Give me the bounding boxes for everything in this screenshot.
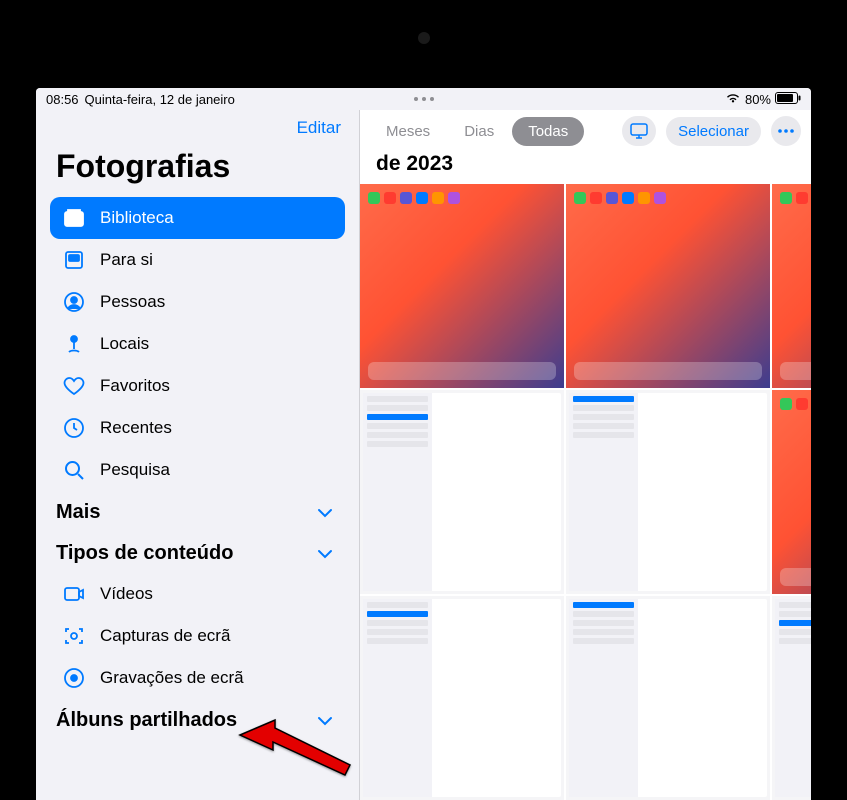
sidebar-item-for-you[interactable]: Para si xyxy=(50,239,345,281)
chevron-down-icon xyxy=(317,501,333,524)
select-button[interactable]: Selecionar xyxy=(666,117,761,146)
battery-icon xyxy=(775,92,801,107)
sidebar-item-places[interactable]: Locais xyxy=(50,323,345,365)
multitask-indicator[interactable] xyxy=(414,97,434,101)
sidebar-item-label: Favoritos xyxy=(100,376,170,396)
cast-button[interactable] xyxy=(622,116,656,146)
edit-button[interactable]: Editar xyxy=(297,118,341,138)
places-icon xyxy=(62,332,86,356)
section-shared-albums[interactable]: Álbuns partilhados xyxy=(36,699,359,740)
more-button[interactable] xyxy=(771,116,801,146)
chevron-down-icon xyxy=(317,709,333,732)
view-segmented-control: Meses Dias Todas xyxy=(370,117,584,146)
photo-thumbnail[interactable] xyxy=(360,390,564,594)
tab-all[interactable]: Todas xyxy=(512,117,584,146)
main-content: Meses Dias Todas Selecionar de 2023 xyxy=(359,110,811,800)
sidebar-item-label: Para si xyxy=(100,250,153,270)
section-label: Mais xyxy=(56,501,100,524)
photo-thumbnail[interactable] xyxy=(566,596,770,800)
photo-thumbnail[interactable] xyxy=(772,184,811,388)
sidebar-item-screenshots[interactable]: Capturas de ecrã xyxy=(50,615,345,657)
sidebar-item-label: Recentes xyxy=(100,418,172,438)
sidebar-item-label: Capturas de ecrã xyxy=(100,626,230,646)
sidebar: Editar Fotografias Biblioteca Para si Pe… xyxy=(36,110,359,800)
video-icon xyxy=(62,582,86,606)
sidebar-item-videos[interactable]: Vídeos xyxy=(50,573,345,615)
sidebar-item-label: Biblioteca xyxy=(100,208,174,228)
tab-months[interactable]: Meses xyxy=(370,117,446,146)
grid-title: de 2023 xyxy=(370,152,801,176)
sidebar-item-search[interactable]: Pesquisa xyxy=(50,449,345,491)
wifi-icon xyxy=(725,92,741,107)
people-icon xyxy=(62,290,86,314)
chevron-down-icon xyxy=(317,542,333,565)
screenshot-icon xyxy=(62,624,86,648)
photo-thumbnail[interactable] xyxy=(772,390,811,594)
photo-thumbnail[interactable] xyxy=(566,390,770,594)
library-icon xyxy=(62,206,86,230)
record-icon xyxy=(62,666,86,690)
heart-icon xyxy=(62,374,86,398)
sidebar-item-screen-recordings[interactable]: Gravações de ecrã xyxy=(50,657,345,699)
section-content-types[interactable]: Tipos de conteúdo xyxy=(36,532,359,573)
photo-thumbnail[interactable] xyxy=(360,184,564,388)
screen: 08:56 Quinta-feira, 12 de janeiro 80% Ed… xyxy=(36,88,811,800)
status-time: 08:56 xyxy=(46,92,79,107)
photo-thumbnail[interactable] xyxy=(566,184,770,388)
photo-thumbnail[interactable] xyxy=(360,596,564,800)
sidebar-item-people[interactable]: Pessoas xyxy=(50,281,345,323)
for-you-icon xyxy=(62,248,86,272)
sidebar-item-label: Locais xyxy=(100,334,149,354)
section-more[interactable]: Mais xyxy=(36,491,359,532)
sidebar-item-label: Vídeos xyxy=(100,584,153,604)
sidebar-item-favorites[interactable]: Favoritos xyxy=(50,365,345,407)
search-icon xyxy=(62,458,86,482)
photo-grid[interactable] xyxy=(360,184,811,800)
tab-days[interactable]: Dias xyxy=(448,117,510,146)
device-frame: 08:56 Quinta-feira, 12 de janeiro 80% Ed… xyxy=(0,0,847,800)
section-label: Tipos de conteúdo xyxy=(56,542,233,565)
section-label: Álbuns partilhados xyxy=(56,709,237,732)
clock-icon xyxy=(62,416,86,440)
sidebar-item-label: Pesquisa xyxy=(100,460,170,480)
photo-thumbnail[interactable] xyxy=(772,596,811,800)
sidebar-item-label: Pessoas xyxy=(100,292,165,312)
sidebar-item-recents[interactable]: Recentes xyxy=(50,407,345,449)
battery-percent: 80% xyxy=(745,92,771,107)
status-bar: 08:56 Quinta-feira, 12 de janeiro 80% xyxy=(36,88,811,110)
sidebar-item-label: Gravações de ecrã xyxy=(100,668,244,688)
status-date: Quinta-feira, 12 de janeiro xyxy=(85,92,235,107)
sidebar-title: Fotografias xyxy=(36,146,359,197)
sidebar-item-library[interactable]: Biblioteca xyxy=(50,197,345,239)
